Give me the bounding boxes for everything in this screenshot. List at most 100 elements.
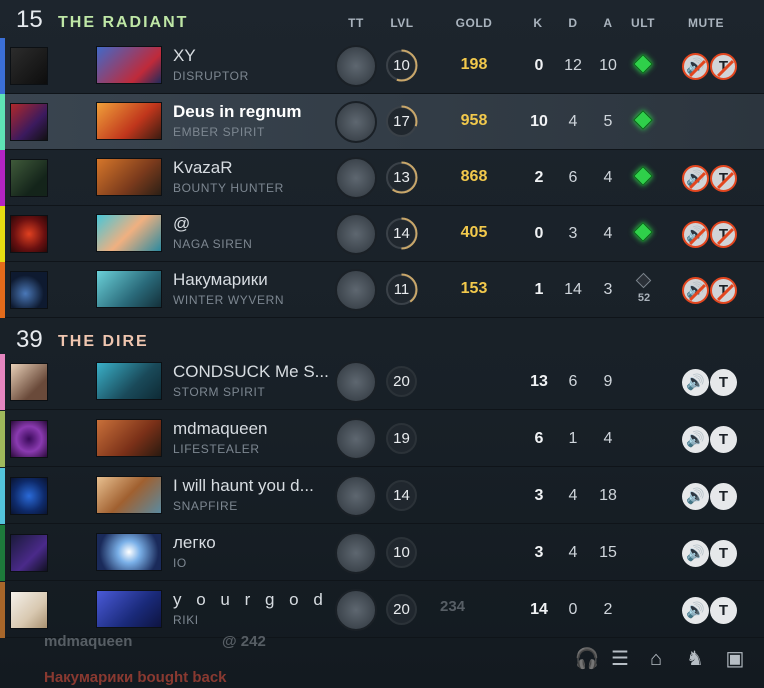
avatar[interactable]: [10, 591, 48, 629]
voice-mute-button[interactable]: 🔊: [682, 221, 709, 248]
voice-mute-button[interactable]: 🔊: [682, 53, 709, 80]
radiant-player-row[interactable]: KvazaR BOUNTY HUNTER 13 868 2 6 4 🔊 T: [0, 150, 764, 206]
player-name: легко: [173, 533, 216, 552]
text-mute-button[interactable]: T: [710, 540, 737, 567]
hero-name: NAGA SIREN: [173, 237, 253, 251]
talent-tree-icon[interactable]: [335, 157, 377, 199]
hero-name: EMBER SPIRIT: [173, 125, 265, 139]
radiant-player-row[interactable]: XY DISRUPTOR 10 198 0 12 10 🔊 T: [0, 38, 764, 94]
headset-icon[interactable]: 🎧: [574, 646, 600, 672]
text-mute-button[interactable]: T: [710, 53, 737, 80]
avatar[interactable]: [10, 47, 48, 85]
hero-portrait[interactable]: [96, 214, 162, 252]
voice-mute-button[interactable]: 🔊: [682, 369, 709, 396]
player-name: y o u r g o d: [173, 590, 328, 609]
deaths-value: 12: [564, 57, 582, 74]
hero-name: LIFESTEALER: [173, 442, 260, 456]
avatar[interactable]: [10, 103, 48, 141]
text-mute-button[interactable]: T: [710, 426, 737, 453]
hero-portrait[interactable]: [96, 533, 162, 571]
clipboard-icon[interactable]: ☰: [607, 646, 633, 672]
talent-tree-icon[interactable]: [335, 45, 377, 87]
deaths-value: 4: [568, 544, 578, 561]
voice-mute-button[interactable]: 🔊: [682, 597, 709, 624]
text-mute-button[interactable]: T: [710, 483, 737, 510]
text-mute-button[interactable]: T: [710, 165, 737, 192]
dire-player-row[interactable]: легко IO 10 3 4 15 🔊 T: [0, 525, 764, 581]
radiant-player-row[interactable]: Накумарики WINTER WYVERN 11 153 1 14 3 5…: [0, 262, 764, 318]
talent-tree-icon[interactable]: [335, 532, 377, 574]
courier-icon[interactable]: ♞: [682, 646, 708, 672]
avatar[interactable]: [10, 477, 48, 515]
voice-mute-button[interactable]: 🔊: [682, 540, 709, 567]
text-mute-button[interactable]: T: [710, 369, 737, 396]
hero-level: 20: [386, 366, 417, 397]
kills-value: 13: [530, 373, 548, 390]
column-gold: GOLD: [455, 16, 493, 30]
dire-player-row[interactable]: I will haunt you d... SNAPFIRE 14 3 4 18…: [0, 468, 764, 524]
kills-value: 10: [530, 113, 548, 130]
column-lvl: LVL: [390, 16, 414, 30]
voice-mute-button[interactable]: 🔊: [682, 426, 709, 453]
player-name: mdmaqueen: [173, 419, 268, 438]
hero-portrait[interactable]: [96, 476, 162, 514]
radiant-player-row[interactable]: @ NAGA SIREN 14 405 0 3 4 🔊 T: [0, 206, 764, 262]
hero-portrait[interactable]: [96, 362, 162, 400]
text-mute-button[interactable]: T: [710, 597, 737, 624]
avatar[interactable]: [10, 215, 48, 253]
talent-tree-icon[interactable]: [335, 475, 377, 517]
deaths-value: 6: [568, 373, 578, 390]
text-mute-button[interactable]: T: [710, 277, 737, 304]
avatar[interactable]: [10, 363, 48, 401]
hero-portrait[interactable]: [96, 102, 162, 140]
hero-portrait[interactable]: [96, 419, 162, 457]
voice-mute-button[interactable]: 🔊: [682, 165, 709, 192]
kills-value: 2: [534, 169, 544, 186]
scoreboard: 15 THE RADIANT TT LVL GOLD K D A ULT MUT…: [0, 0, 764, 688]
share-control-icon[interactable]: ⌂: [643, 646, 669, 672]
level-progress-ring: [385, 161, 418, 194]
hero-portrait[interactable]: [96, 158, 162, 196]
talent-tree-icon[interactable]: [335, 361, 377, 403]
text-mute-button[interactable]: T: [710, 221, 737, 248]
avatar[interactable]: [10, 271, 48, 309]
talent-tree-icon[interactable]: [335, 269, 377, 311]
dire-player-row[interactable]: y o u r g o d RIKI 20 14 0 2 🔊 T: [0, 582, 764, 638]
talent-tree-icon[interactable]: [335, 418, 377, 460]
hero-portrait[interactable]: [96, 46, 162, 84]
talent-tree-icon[interactable]: [335, 101, 377, 143]
avatar[interactable]: [10, 534, 48, 572]
feed-player-name: mdmaqueen: [44, 633, 133, 650]
radiant-player-row[interactable]: Deus in regnum EMBER SPIRIT 17 958 10 4 …: [0, 94, 764, 150]
talent-tree-icon[interactable]: [335, 213, 377, 255]
avatar[interactable]: [10, 159, 48, 197]
text-mute-label: T: [718, 602, 729, 619]
text-mute-label: T: [718, 431, 729, 448]
talent-tree-icon[interactable]: [335, 589, 377, 631]
voice-mute-button[interactable]: 🔊: [682, 277, 709, 304]
avatar[interactable]: [10, 420, 48, 458]
level-value: 19: [393, 430, 410, 447]
kill-feed: 234 mdmaqueen @ 242 Накумарики bought ba…: [0, 598, 560, 688]
kills-value: 0: [534, 57, 544, 74]
settings-panel-icon[interactable]: ▣: [722, 646, 748, 672]
hero-portrait[interactable]: [96, 270, 162, 308]
player-color-stripe: [0, 582, 5, 638]
level-progress-arc: [385, 273, 418, 306]
ult-ready-icon: [633, 54, 653, 74]
dire-player-row[interactable]: mdmaqueen LIFESTEALER 19 6 1 4 🔊 T: [0, 411, 764, 467]
assists-value: 15: [599, 544, 617, 561]
kills-value: 6: [534, 430, 544, 447]
voice-mute-button[interactable]: 🔊: [682, 483, 709, 510]
hero-name: WINTER WYVERN: [173, 293, 285, 307]
hero-name: RIKI: [173, 613, 199, 627]
dire-player-row[interactable]: CONDSUCK Me S... STORM SPIRIT 20 13 6 9 …: [0, 354, 764, 410]
assists-value: 4: [603, 169, 613, 186]
column-k: K: [533, 16, 543, 30]
player-name: KvazaR: [173, 158, 233, 177]
assists-value: 18: [599, 487, 617, 504]
level-progress-arc: [385, 217, 418, 250]
radiant-header: 15 THE RADIANT TT LVL GOLD K D A ULT MUT…: [0, 0, 764, 38]
hero-portrait[interactable]: [96, 590, 162, 628]
ult-cooldown-value: 52: [637, 292, 651, 304]
